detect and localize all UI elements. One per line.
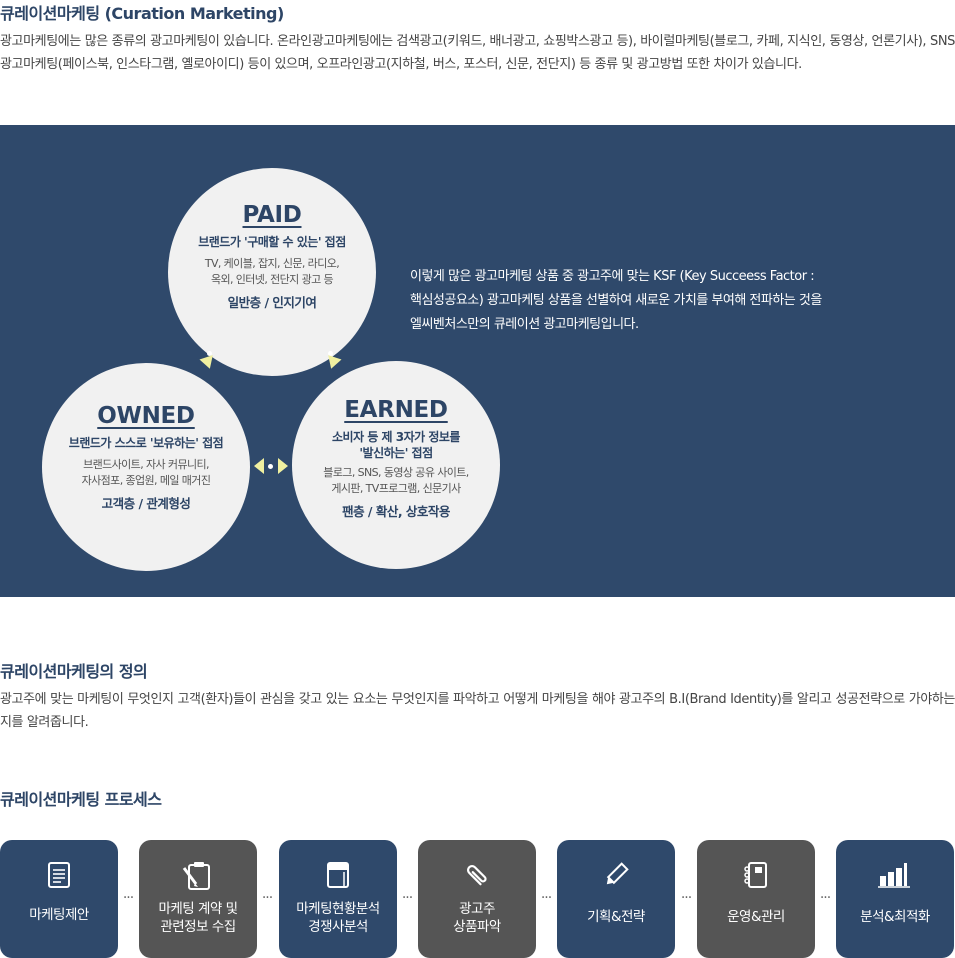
document-icon	[0, 860, 118, 896]
process-step-label-line: 경쟁사분석	[308, 919, 368, 935]
diagram-description-line: 이렇게 많은 광고마케팅 상품 중 광고주에 맞는 KSF (Key Succe…	[410, 269, 815, 284]
diagram-description-line: 핵심성공요소) 광고마케팅 상품을 선별하여 새로운 가치를 부여해 전파하는 …	[410, 293, 822, 308]
owned-footer: 고객층 / 관계형성	[101, 496, 191, 511]
process-step-label: 마케팅제안	[29, 907, 89, 923]
process-step-contract: 마케팅 계약 및관련정보 수집	[139, 840, 257, 958]
owned-desc-line: 자사점포, 종업원, 메일 매거진	[81, 474, 211, 487]
diagram-description: 이렇게 많은 광고마케팅 상품 중 광고주에 맞는 KSF (Key Succe…	[410, 265, 910, 337]
paperclip-icon	[418, 860, 536, 896]
arrow-left-icon	[254, 458, 264, 474]
process-step-label-line: 마케팅현황분석	[296, 901, 380, 917]
process-step-label: 운영&관리	[727, 909, 785, 925]
earned-description: 블로그, SNS, 동영상 공유 사이트, 게시판, TV프로그램, 신문기사	[292, 465, 500, 497]
clipboard-pen-icon	[139, 860, 257, 896]
binder-icon	[697, 860, 815, 896]
definition-title: 큐레이션마케팅의 정의	[0, 662, 148, 681]
process-separator: ···	[401, 890, 413, 906]
process-step-label: 광고주상품파악	[418, 900, 536, 936]
intro-text: 광고마케팅에는 많은 종류의 광고마케팅이 있습니다. 온라인광고마케팅에는 검…	[0, 34, 955, 72]
earned-subtitle: 소비자 등 제 3자가 정보를 '발신하는' 접점	[292, 429, 500, 461]
process-step-label: 마케팅현황분석경쟁사분석	[279, 900, 397, 936]
paid-title: PAID	[242, 202, 302, 228]
process-title: 큐레이션마케팅 프로세스	[0, 790, 162, 809]
paid-desc-line: 옥외, 인터넷, 전단지 광고 등	[210, 273, 334, 286]
earned-circle: EARNED 소비자 등 제 3자가 정보를 '발신하는' 접점 블로그, SN…	[292, 361, 500, 569]
definition-text: 광고주에 맞는 마케팅이 무엇인지 고객(환자)들이 관심을 갖고 있는 요소는…	[0, 692, 955, 730]
process-step-optimization: 분석&최적화	[836, 840, 954, 958]
process-step-operation: 운영&관리	[697, 840, 815, 958]
intro-title: 큐레이션마케팅 (Curation Marketing)	[0, 4, 284, 23]
process-step-label-line: 상품파악	[453, 919, 501, 935]
owned-title: OWNED	[97, 403, 195, 429]
process-separator: ···	[540, 890, 552, 906]
paid-desc-line: TV, 케이블, 잡지, 신문, 라디오,	[204, 257, 340, 270]
process-step-product: 광고주상품파악	[418, 840, 536, 958]
process-separator: ···	[122, 890, 134, 906]
bar-chart-icon	[836, 860, 954, 896]
earned-desc-line: 블로그, SNS, 동영상 공유 사이트,	[323, 466, 469, 479]
arrow-right-icon	[278, 458, 288, 474]
process-step-label-line: 관련정보 수집	[160, 919, 236, 935]
owned-desc-line: 브랜드사이트, 자사 커뮤니티,	[83, 458, 209, 471]
process-step-planning: 기획&전략	[557, 840, 675, 958]
process-step-label-line: 광고주	[459, 901, 495, 917]
paid-circle: PAID 브랜드가 '구매할 수 있는' 접점 TV, 케이블, 잡지, 신문,…	[168, 168, 376, 376]
media-types-diagram: PAID 브랜드가 '구매할 수 있는' 접점 TV, 케이블, 잡지, 신문,…	[0, 125, 955, 597]
process-separator: ···	[819, 890, 831, 906]
process-step-analysis: 마케팅현황분석경쟁사분석	[279, 840, 397, 958]
process-step-label-line: 마케팅 계약 및	[158, 901, 238, 917]
process-step-label: 기획&전략	[587, 909, 645, 925]
pencil-icon	[557, 860, 675, 896]
paid-subtitle: 브랜드가 '구매할 수 있는' 접점	[198, 235, 346, 249]
earned-subtitle-line: 소비자 등 제 3자가 정보를	[332, 430, 460, 444]
process-separator: ···	[261, 890, 273, 906]
paid-description: TV, 케이블, 잡지, 신문, 라디오, 옥외, 인터넷, 전단지 광고 등	[168, 256, 376, 288]
connector-dot	[268, 464, 273, 469]
process-step-label: 마케팅 계약 및관련정보 수집	[139, 900, 257, 936]
process-step-label: 분석&최적화	[860, 909, 930, 925]
process-step-proposal: 마케팅제안	[0, 840, 118, 958]
process-separator: ···	[680, 890, 692, 906]
earned-title: EARNED	[344, 397, 448, 423]
earned-subtitle-line: '발신하는' 접점	[359, 446, 433, 460]
owned-circle: OWNED 브랜드가 스스로 '보유하는' 접점 브랜드사이트, 자사 커뮤니티…	[42, 363, 250, 571]
earned-desc-line: 게시판, TV프로그램, 신문기사	[331, 482, 461, 495]
diagram-description-line: 엘씨벤처스만의 큐레이션 광고마케팅입니다.	[410, 317, 639, 332]
arrow-down-right-icon	[324, 355, 342, 371]
notebook-icon	[279, 860, 397, 896]
earned-footer: 팬층 / 확산, 상호작용	[342, 504, 450, 519]
owned-description: 브랜드사이트, 자사 커뮤니티, 자사점포, 종업원, 메일 매거진	[42, 457, 250, 489]
paid-footer: 일반층 / 인지기여	[227, 295, 317, 310]
owned-subtitle: 브랜드가 스스로 '보유하는' 접점	[68, 436, 224, 450]
